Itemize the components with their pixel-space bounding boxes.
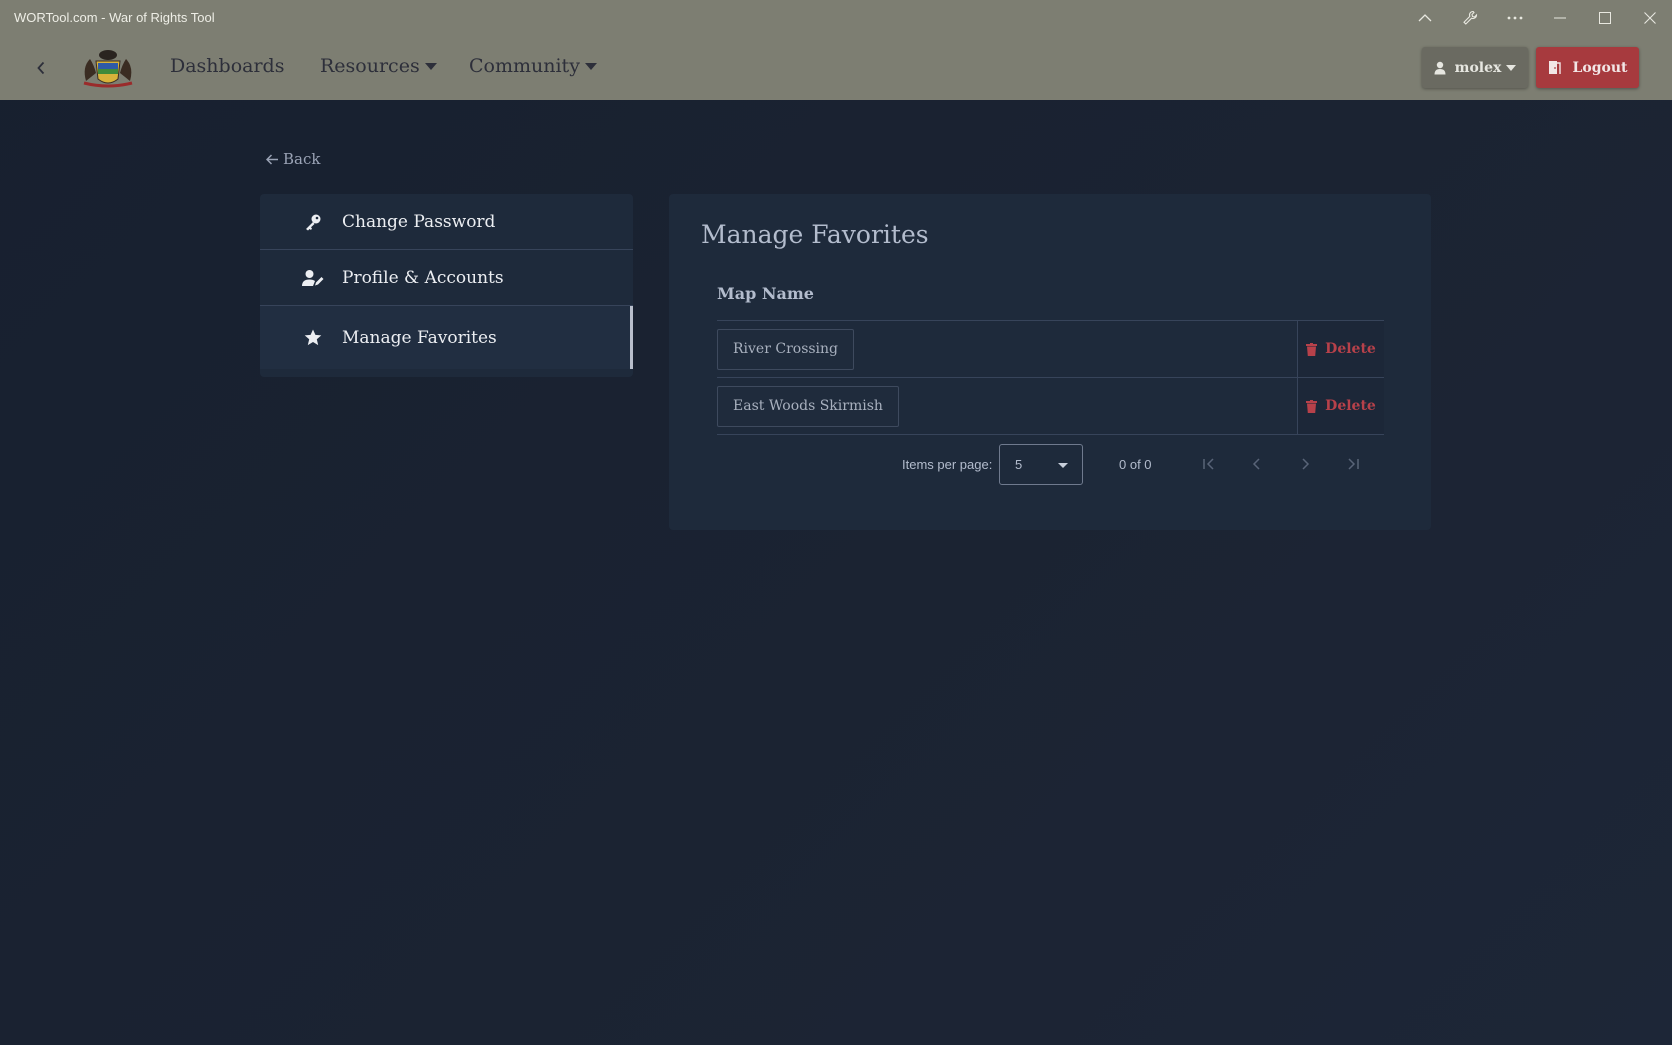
first-page-button[interactable] [1196, 451, 1222, 477]
trash-icon [1306, 399, 1318, 413]
manage-favorites-card: Manage Favorites Map Name River Crossing… [669, 194, 1431, 530]
nav-dashboards-link[interactable]: Dashboards [170, 55, 284, 77]
star-icon [302, 327, 324, 349]
minimize-icon[interactable] [1537, 0, 1582, 35]
key-icon [302, 211, 324, 233]
page-range-label: 0 of 0 [1119, 457, 1152, 472]
column-header-map-name[interactable]: Map Name [717, 266, 1384, 321]
window-controls [1402, 0, 1672, 35]
maximize-icon[interactable] [1582, 0, 1627, 35]
wrench-icon[interactable] [1447, 0, 1492, 35]
caret-down-icon [1506, 64, 1517, 71]
delete-button[interactable]: Delete [1297, 378, 1384, 434]
back-link-label: Back [283, 150, 321, 168]
door-exit-icon [1548, 60, 1561, 75]
paginator: Items per page: 5 0 of 0 [669, 442, 1431, 486]
last-page-button[interactable] [1340, 451, 1366, 477]
nav-community-dropdown[interactable]: Community [469, 55, 597, 77]
previous-page-button[interactable] [1244, 451, 1270, 477]
user-name: molex [1454, 59, 1502, 76]
chevron-up-icon[interactable] [1402, 0, 1447, 35]
sidebar-item-label: Change Password [342, 211, 496, 232]
first-page-icon [1203, 458, 1214, 470]
site-logo[interactable] [80, 47, 136, 89]
top-navbar: Dashboards Resources Community molex Log… [0, 35, 1672, 100]
nav-resources-dropdown[interactable]: Resources [320, 55, 437, 77]
sidebar-item-change-password[interactable]: Change Password [260, 194, 633, 250]
logout-button[interactable]: Logout [1536, 47, 1639, 88]
page-title: Manage Favorites [701, 220, 929, 249]
table-row: East Woods Skirmish Delete [717, 378, 1384, 435]
delete-label: Delete [1325, 398, 1376, 414]
page-size-value: 5 [1015, 457, 1023, 472]
sidebar-item-label: Manage Favorites [342, 327, 497, 348]
caret-down-icon [584, 62, 597, 70]
last-page-icon [1348, 458, 1359, 470]
trash-icon [1306, 342, 1318, 356]
map-name-cell: River Crossing [717, 321, 1297, 377]
user-icon [1434, 61, 1446, 75]
nav-back-button[interactable] [30, 55, 52, 81]
logout-label: Logout [1572, 59, 1628, 76]
window-titlebar: WORTool.com - War of Rights Tool [0, 0, 1672, 35]
page-size-select[interactable]: 5 [999, 444, 1083, 485]
next-page-button[interactable] [1292, 451, 1318, 477]
caret-down-icon [424, 62, 437, 70]
delete-button[interactable]: Delete [1297, 321, 1384, 377]
items-per-page-label: Items per page: [902, 457, 993, 472]
user-edit-icon [302, 267, 324, 289]
nav-community-label: Community [469, 55, 580, 77]
window-title: WORTool.com - War of Rights Tool [14, 10, 215, 25]
nav-dashboards-label: Dashboards [170, 55, 285, 77]
sidebar-item-label: Profile & Accounts [342, 267, 504, 288]
map-name-cell: East Woods Skirmish [717, 378, 1297, 434]
caret-down-icon [1058, 463, 1068, 468]
map-name-button[interactable]: East Woods Skirmish [717, 385, 899, 427]
back-link[interactable]: Back [266, 150, 320, 168]
settings-side-menu: Change Password Profile & Accounts Manag… [260, 194, 633, 377]
chevron-right-icon [1302, 458, 1310, 470]
close-icon[interactable] [1627, 0, 1672, 35]
map-name-button[interactable]: River Crossing [717, 328, 855, 370]
table-row: River Crossing Delete [717, 321, 1384, 378]
more-icon[interactable] [1492, 0, 1537, 35]
favorites-table: Map Name River Crossing Delete East Wood… [717, 266, 1384, 435]
delete-label: Delete [1325, 341, 1376, 357]
chevron-left-icon [1252, 458, 1260, 470]
nav-resources-label: Resources [320, 55, 420, 77]
sidebar-item-profile-accounts[interactable]: Profile & Accounts [260, 250, 633, 306]
sidebar-item-manage-favorites[interactable]: Manage Favorites [260, 306, 633, 369]
arrow-left-icon [266, 153, 279, 165]
user-menu-button[interactable]: molex [1422, 47, 1528, 88]
